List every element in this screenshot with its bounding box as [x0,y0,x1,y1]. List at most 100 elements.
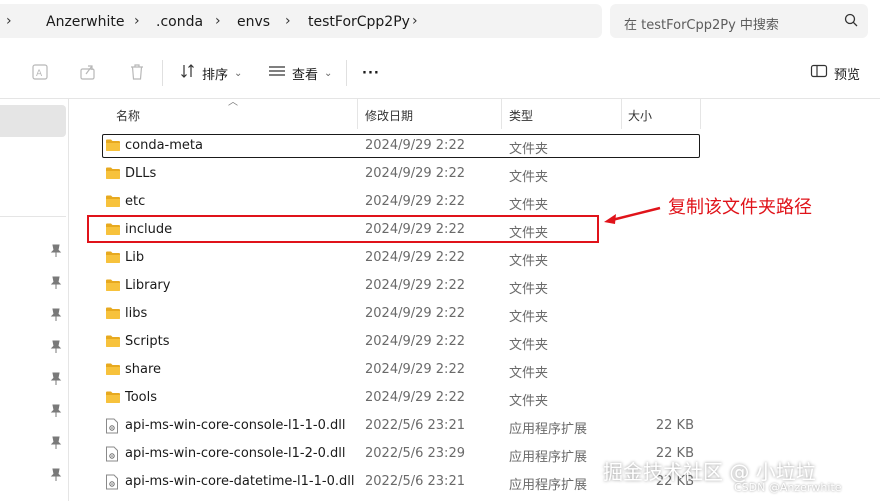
view-button[interactable]: 查看 ⌄ [268,62,332,84]
search-input[interactable]: 在 testForCpp2Py 中搜索 [624,14,779,33]
nav-divider [0,216,66,217]
sort-ascending-icon: ︿ [228,97,238,108]
nav-item-selected[interactable] [0,105,66,137]
breadcrumb-separator[interactable]: › [412,13,418,29]
column-header-date[interactable]: 修改日期 [365,107,413,124]
file-name: share [125,362,162,377]
rename-icon[interactable]: A [30,62,50,82]
search-box[interactable]: 在 testForCpp2Py 中搜索 [610,4,868,38]
pin-icon[interactable] [50,340,62,354]
sort-button[interactable]: 排序 ⌄ [180,62,242,84]
folder-icon [105,362,121,380]
file-type: 文件夹 [509,198,549,213]
annotation-arrow-icon [604,206,661,224]
delete-icon[interactable] [127,62,147,82]
preview-label: 预览 [834,67,861,83]
pin-icon[interactable] [50,276,62,290]
chevron-down-icon: ⌄ [234,67,243,79]
column-divider[interactable] [501,99,502,129]
toolbar-divider [346,60,347,86]
file-type: 文件夹 [509,254,549,269]
file-type: 文件夹 [509,170,549,185]
file-row[interactable]: libs 2024/9/29 2:22 文件夹 [68,300,708,328]
file-modified-date: 2022/5/6 23:29 [365,446,465,461]
command-bar: A 排序 ⌄ 查看 ⌄ ··· 预览 [0,48,880,99]
file-row[interactable]: Scripts 2024/9/29 2:22 文件夹 [68,328,708,356]
file-type: 应用程序扩展 [509,450,588,465]
folder-icon [105,194,121,212]
file-type: 文件夹 [509,338,549,353]
file-row[interactable]: Lib 2024/9/29 2:22 文件夹 [68,244,708,272]
file-name: Lib [125,250,145,265]
dll-file-icon [105,446,119,466]
pin-icon[interactable] [50,244,62,258]
file-name: Scripts [125,334,170,349]
column-header-name[interactable]: 名称 [116,107,140,124]
dll-file-icon [105,418,119,438]
pin-icon[interactable] [50,404,62,418]
svg-text:A: A [36,69,43,79]
share-icon[interactable] [78,62,98,82]
pin-icon[interactable] [50,308,62,322]
view-icon [268,63,286,83]
file-row[interactable]: api-ms-win-core-console-l1-1-0.dll 2022/5… [68,412,708,440]
folder-icon [105,166,121,184]
more-options-button[interactable]: ··· [362,62,380,84]
file-type: 文件夹 [509,310,549,325]
file-modified-date: 2024/9/29 2:22 [365,166,465,181]
column-divider[interactable] [621,99,622,129]
file-modified-date: 2024/9/29 2:22 [365,194,465,209]
preview-pane-button[interactable]: 预览 [810,62,860,84]
more-options-icon: ··· [362,65,380,81]
file-modified-date: 2022/5/6 23:21 [365,474,465,489]
file-row[interactable]: share 2024/9/29 2:22 文件夹 [68,356,708,384]
breadcrumb-separator[interactable]: › [285,13,291,29]
file-type: 文件夹 [509,366,549,381]
column-divider[interactable] [700,99,701,129]
file-size: 22 KB [655,418,694,433]
folder-icon [105,334,121,352]
toolbar-divider [162,60,163,86]
breadcrumb[interactable]: › Anzerwhite › .conda › envs › testForCp… [0,4,602,38]
chevron-down-icon: ⌄ [324,67,333,79]
file-row[interactable]: conda-meta 2024/9/29 2:22 文件夹 [68,132,708,160]
file-modified-date: 2024/9/29 2:22 [365,278,465,293]
file-row[interactable]: DLLs 2024/9/29 2:22 文件夹 [68,160,708,188]
breadcrumb-item-testforcpp2py[interactable]: testForCpp2Py [308,14,410,30]
file-name: api-ms-win-core-console-l1-2-0.dll [125,446,346,461]
file-list: ︿ 名称 修改日期 类型 大小 conda-meta 2024/9/29 2:22… [68,97,880,501]
file-type: 应用程序扩展 [509,478,588,493]
column-divider[interactable] [357,99,358,129]
breadcrumb-item-anzerwhite[interactable]: Anzerwhite [46,14,124,30]
breadcrumb-separator[interactable]: › [134,13,140,29]
navigation-pane [0,99,69,501]
file-modified-date: 2024/9/29 2:22 [365,138,465,153]
file-row[interactable]: Library 2024/9/29 2:22 文件夹 [68,272,708,300]
file-modified-date: 2024/9/29 2:22 [365,306,465,321]
preview-pane-icon [810,63,828,83]
file-row[interactable]: Tools 2024/9/29 2:22 文件夹 [68,384,708,412]
folder-icon [105,306,121,324]
breadcrumb-separator[interactable]: › [215,13,221,29]
folder-icon [105,278,121,296]
folder-icon [105,250,121,268]
pin-icon[interactable] [50,436,62,450]
file-name: Tools [125,390,158,405]
folder-icon [105,390,121,408]
column-header-type[interactable]: 类型 [509,107,533,124]
file-type: 应用程序扩展 [509,422,588,437]
file-modified-date: 2024/9/29 2:22 [365,250,465,265]
file-modified-date: 2024/9/29 2:22 [365,390,465,405]
breadcrumb-item-envs[interactable]: envs [237,14,270,30]
pin-icon[interactable] [50,372,62,386]
pin-icon[interactable] [50,468,62,482]
annotation-highlight-box [87,215,599,243]
file-name: Library [125,278,171,293]
column-header-size[interactable]: 大小 [628,107,652,124]
file-modified-date: 2024/9/29 2:22 [365,334,465,349]
breadcrumb-separator: › [6,13,12,29]
search-icon[interactable] [844,13,858,31]
file-name: api-ms-win-core-console-l1-1-0.dll [125,418,346,433]
breadcrumb-item-conda[interactable]: .conda [156,14,203,30]
folder-icon [105,138,121,156]
